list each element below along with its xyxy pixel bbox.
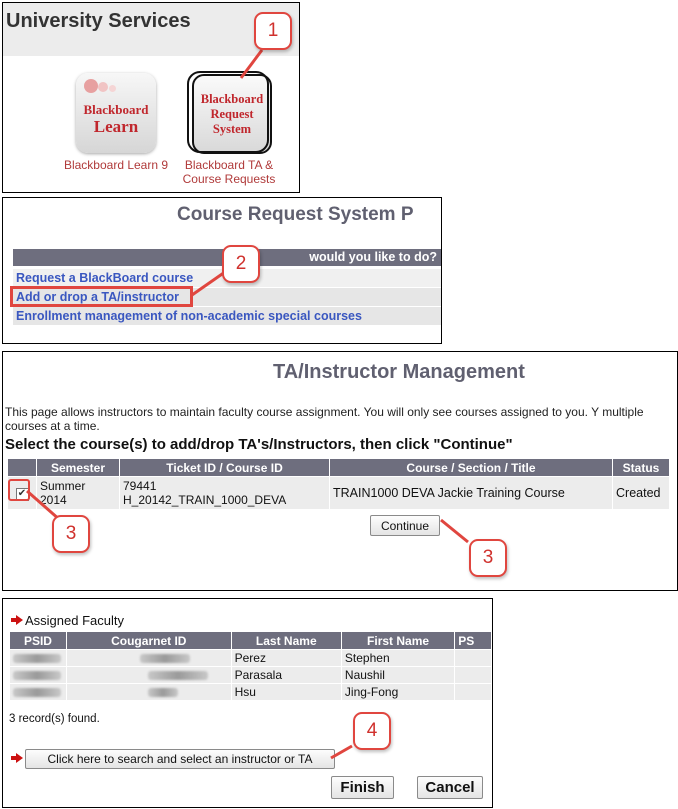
tile-highlight (187, 71, 269, 153)
course-table: Semester Ticket ID / Course ID Course / … (7, 458, 670, 510)
col-header-semester: Semester (36, 458, 120, 477)
tile-text-line2: Learn (93, 117, 139, 136)
university-services-title: University Services (6, 10, 191, 32)
page-title: Course Request System P (177, 204, 414, 225)
cougarnet-cell (65, 666, 232, 684)
red-arrow-icon (11, 753, 24, 763)
first-name-cell: Stephen (340, 649, 456, 667)
checkbox-highlight (8, 479, 30, 501)
decorative-dots (82, 79, 116, 99)
col-header-cougarnet: Cougarnet ID (65, 631, 232, 650)
select-prompt: Select the course(s) to add/drop TA's/In… (5, 436, 513, 453)
continue-button[interactable]: Continue (370, 515, 440, 536)
table-row: Hsu Jing-Fong (9, 683, 492, 701)
semester-cell: Summer 2014 (36, 476, 120, 510)
col-header-ps: PS (454, 631, 492, 650)
semester-line2: 2014 (40, 493, 67, 507)
table-header-row: Semester Ticket ID / Course ID Course / … (7, 458, 670, 477)
faculty-table: PSID Cougarnet ID Last Name First Name P… (9, 631, 492, 701)
last-name-cell: Parasala (230, 666, 342, 684)
redacted-psid (13, 671, 61, 681)
ticket-cell: 79441 H_20142_TRAIN_1000_DEVA (119, 476, 330, 510)
blackboard-learn-icon[interactable]: Blackboard Learn (76, 73, 156, 153)
ticket-id: 79441 (123, 479, 157, 493)
link-highlight (10, 286, 193, 307)
app-label-blackboard-learn[interactable]: Blackboard Learn 9 (53, 158, 179, 172)
first-name-cell: Jing-Fong (340, 683, 456, 701)
course-title-cell: TRAIN1000 DEVA Jackie Training Course (329, 476, 613, 510)
col-header-select (7, 458, 37, 477)
page-description: This page allows instructors to maintain… (5, 405, 644, 433)
page-title: TA/Instructor Management (273, 361, 525, 383)
col-header-psid: PSID (9, 631, 67, 650)
redacted-cougarnet (139, 654, 190, 664)
callout-badge-3a: 3 (52, 515, 90, 553)
finish-button[interactable]: Finish (331, 776, 394, 799)
search-instructor-button[interactable]: Click here to search and select an instr… (25, 749, 335, 769)
ps-cell (454, 683, 492, 701)
psid-cell (9, 649, 67, 667)
cougarnet-cell (65, 683, 232, 701)
assigned-faculty-panel: Assigned Faculty PSID Cougarnet ID Last … (2, 598, 493, 808)
redacted-psid (13, 654, 61, 664)
app-label-blackboard-ta-requests[interactable]: Blackboard TA & Course Requests (173, 158, 285, 186)
assigned-faculty-label: Assigned Faculty (25, 613, 124, 628)
status-cell: Created (612, 476, 670, 510)
table-row: ✔ Summer 2014 79441 H_20142_TRAIN_1000_D… (7, 476, 670, 510)
redacted-psid (13, 688, 61, 698)
first-name-cell: Naushil (340, 666, 456, 684)
tile-text-line1: Blackboard (83, 102, 149, 117)
ps-cell (454, 666, 492, 684)
menu-row: Enrollment management of non-academic sp… (13, 307, 441, 325)
redacted-cougarnet (147, 671, 208, 681)
cougarnet-cell (65, 649, 232, 667)
col-header-first-name: First Name (340, 631, 456, 650)
col-header-last-name: Last Name (230, 631, 342, 650)
table-row: Perez Stephen (9, 649, 492, 667)
table-header-row: PSID Cougarnet ID Last Name First Name P… (9, 631, 492, 650)
callout-badge-4: 4 (353, 712, 391, 750)
app-label-line2: Course Requests (182, 172, 276, 186)
callout-badge-1: 1 (254, 12, 292, 50)
last-name-cell: Perez (230, 649, 342, 667)
ta-instructor-management-panel: TA/Instructor Management This page allow… (2, 351, 678, 591)
course-id: H_20142_TRAIN_1000_DEVA (123, 493, 287, 507)
cancel-button[interactable]: Cancel (417, 776, 483, 799)
redacted-cougarnet (147, 688, 178, 698)
last-name-cell: Hsu (230, 683, 342, 701)
col-header-status: Status (612, 458, 670, 477)
red-arrow-icon (11, 615, 24, 625)
callout-badge-2: 2 (222, 245, 260, 283)
app-label-line1: Blackboard TA & (184, 158, 274, 172)
link-enrollment-management[interactable]: Enrollment management of non-academic sp… (16, 309, 362, 323)
link-request-course[interactable]: Request a BlackBoard course (16, 271, 193, 285)
table-row: Parasala Naushil (9, 666, 492, 684)
ps-cell (454, 649, 492, 667)
col-header-ticket: Ticket ID / Course ID (119, 458, 330, 477)
psid-cell (9, 683, 67, 701)
semester-line1: Summer (40, 479, 86, 493)
psid-cell (9, 666, 67, 684)
records-found-text: 3 record(s) found. (9, 713, 100, 725)
col-header-course: Course / Section / Title (329, 458, 613, 477)
section-header-text: would you like to do? (309, 250, 437, 264)
callout-badge-3b: 3 (469, 539, 507, 577)
